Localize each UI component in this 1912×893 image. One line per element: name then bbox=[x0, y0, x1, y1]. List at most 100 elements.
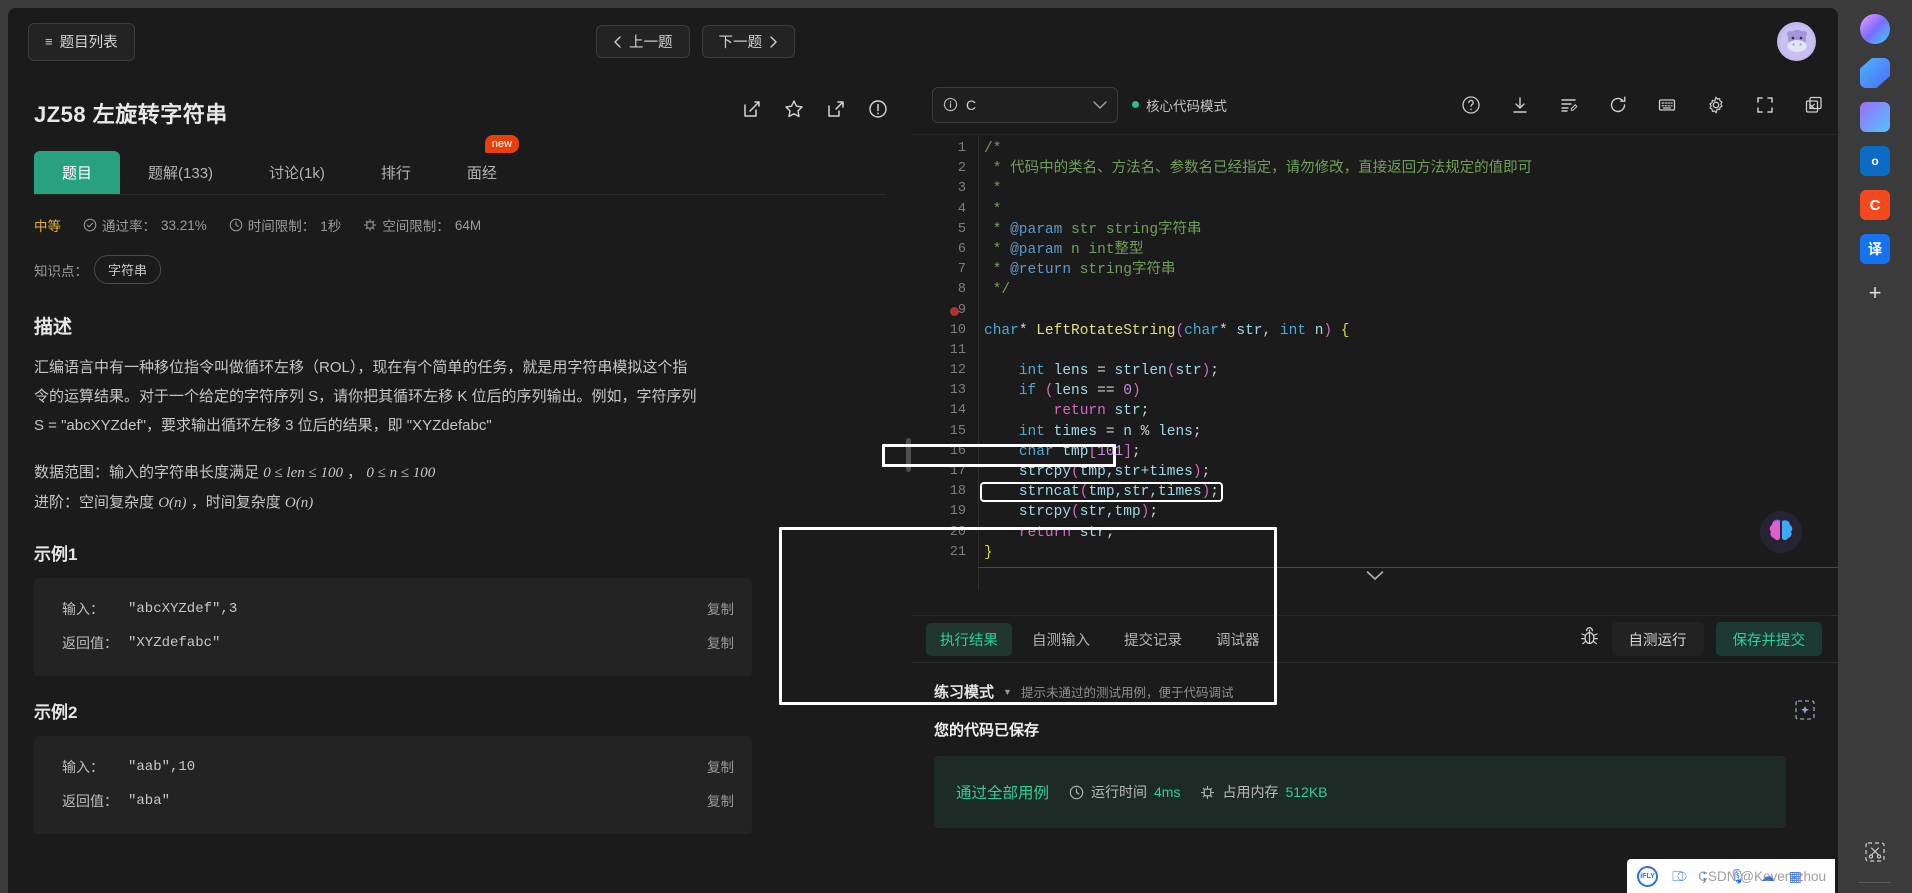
code-line[interactable]: 13 if (lens == 0) bbox=[912, 381, 1838, 401]
code-lines-container[interactable]: 1 /* 2 * 代码中的类名、方法名、参数名已经指定，请勿修改，直接返回方法规定的… bbox=[912, 139, 1838, 563]
edit-icon[interactable] bbox=[742, 99, 762, 119]
translate-icon[interactable]: 译 bbox=[1860, 234, 1890, 264]
tab-ranking[interactable]: 排行 bbox=[353, 151, 439, 194]
ifly-input-icon[interactable]: ⎄ bbox=[1672, 868, 1687, 885]
copy-button[interactable]: 复制 bbox=[707, 632, 734, 652]
tab-debugger[interactable]: 调试器 bbox=[1202, 623, 1274, 656]
code-token: } bbox=[984, 544, 993, 561]
ai-assistant-button[interactable] bbox=[1760, 511, 1802, 553]
code-token: = bbox=[1105, 423, 1124, 440]
reset-icon[interactable] bbox=[1608, 95, 1628, 115]
share-icon[interactable] bbox=[826, 99, 846, 119]
code-line[interactable]: 4 * bbox=[912, 200, 1838, 220]
space-limit-value: 64M bbox=[454, 217, 482, 233]
tab-self-test-input[interactable]: 自测输入 bbox=[1018, 623, 1104, 656]
tab-interview[interactable]: 面经 new bbox=[439, 135, 525, 194]
copy-button[interactable]: 复制 bbox=[707, 598, 734, 618]
bug-icon[interactable] bbox=[1579, 626, 1600, 652]
tab-submission-records[interactable]: 提交记录 bbox=[1110, 623, 1196, 656]
core-mode-toggle[interactable]: 核心代码模式 bbox=[1132, 95, 1227, 115]
close-window-icon[interactable] bbox=[1804, 95, 1824, 115]
code-token: str bbox=[1175, 363, 1202, 380]
prev-problem-label: 上一题 bbox=[629, 35, 673, 51]
tab-execution-result[interactable]: 执行结果 bbox=[926, 622, 1012, 656]
code-line[interactable]: 8 */ bbox=[912, 280, 1838, 300]
code-line[interactable]: 6 * @param n int整型 bbox=[912, 240, 1838, 260]
prev-problem-button[interactable]: 上一题 bbox=[596, 25, 690, 58]
code-editor[interactable]: 1 /* 2 * 代码中的类名、方法名、参数名已经指定，请勿修改，直接返回方法规定的… bbox=[912, 135, 1838, 590]
code-line[interactable]: 7 * @return string字符串 bbox=[912, 260, 1838, 280]
code-line[interactable]: 12 int lens = strlen(str); bbox=[912, 361, 1838, 381]
code-line[interactable]: 5 * @param str string字符串 bbox=[912, 220, 1838, 240]
report-icon[interactable] bbox=[868, 99, 888, 119]
tab-solutions[interactable]: 题解(133) bbox=[120, 151, 241, 194]
code-line[interactable]: 1 /* bbox=[912, 139, 1838, 159]
language-select[interactable]: C bbox=[932, 86, 1118, 123]
ai-assistant-secondary-button[interactable] bbox=[1790, 695, 1820, 725]
tab-problem[interactable]: 题目 bbox=[34, 151, 121, 194]
code-line[interactable]: 16 char tmp[101]; bbox=[912, 442, 1838, 462]
collections-icon[interactable] bbox=[1860, 102, 1890, 132]
copy-button[interactable]: 复制 bbox=[707, 756, 734, 776]
code-line[interactable]: 2 * 代码中的类名、方法名、参数名已经指定，请勿修改，直接返回方法规定的值即可 bbox=[912, 159, 1838, 179]
help-circle-icon[interactable] bbox=[1461, 95, 1481, 115]
problem-list-button[interactable]: ≡ 题目列表 bbox=[28, 22, 135, 61]
breakpoint-marker-icon[interactable] bbox=[950, 306, 959, 316]
code-line[interactable]: 15 int times = n % lens; bbox=[912, 422, 1838, 442]
screenshot-scissors-icon[interactable] bbox=[1864, 841, 1886, 868]
next-problem-button[interactable]: 下一题 bbox=[701, 25, 795, 58]
download-icon[interactable] bbox=[1510, 95, 1530, 115]
settings-gear-icon[interactable] bbox=[1706, 95, 1726, 115]
chevron-down-icon bbox=[1366, 570, 1384, 580]
time-limit-stat: 时间限制： 1秒 bbox=[229, 215, 341, 235]
star-icon[interactable] bbox=[784, 99, 804, 119]
copy-button[interactable]: 复制 bbox=[707, 790, 734, 810]
panel-resize-handle[interactable] bbox=[906, 438, 911, 472]
pass-rate-label: 通过率： bbox=[102, 219, 156, 234]
line-number: 14 bbox=[949, 403, 966, 419]
outlook-icon[interactable]: o bbox=[1860, 146, 1890, 176]
line-number: 5 bbox=[957, 221, 966, 237]
code-line[interactable]: 3 * bbox=[912, 179, 1838, 199]
new-badge: new bbox=[484, 135, 519, 154]
code-line[interactable]: 19 strcpy(str,tmp); bbox=[912, 502, 1838, 522]
code-token: return bbox=[1018, 524, 1072, 541]
copilot-icon[interactable] bbox=[1860, 14, 1890, 44]
practice-mode-selector[interactable]: 练习模式 bbox=[934, 681, 994, 702]
code-token: int bbox=[1018, 423, 1045, 440]
keyboard-icon[interactable] bbox=[1657, 95, 1677, 115]
tab-discussion[interactable]: 讨论(1k) bbox=[241, 151, 353, 194]
shopping-tag-icon[interactable] bbox=[1860, 58, 1890, 88]
code-line[interactable]: 10 char* LeftRotateString(char* str, int … bbox=[912, 321, 1838, 341]
self-test-run-button[interactable]: 自测运行 bbox=[1611, 622, 1704, 656]
save-and-submit-button[interactable]: 保存并提交 bbox=[1715, 622, 1822, 656]
advanced-label: 进阶：空间复杂度 bbox=[34, 494, 155, 511]
collapse-editor-button[interactable] bbox=[1366, 568, 1385, 588]
c-app-icon[interactable]: C bbox=[1860, 190, 1890, 220]
code-text: */ bbox=[984, 280, 1010, 300]
result-tabs: 执行结果 自测输入 提交记录 调试器 自测运行 保存并提交 bbox=[912, 616, 1838, 663]
avatar[interactable] bbox=[1777, 22, 1816, 61]
runtime-value: 4ms bbox=[1154, 784, 1181, 800]
code-line[interactable]: 9 bbox=[912, 301, 1838, 321]
caret-down-icon[interactable]: ▼ bbox=[1003, 687, 1012, 697]
code-token: strlen bbox=[1114, 363, 1167, 380]
highlighted-code-span: strncat(tmp,str,times); bbox=[980, 482, 1223, 503]
code-line[interactable]: 11 bbox=[912, 341, 1838, 361]
knowledge-tag-string[interactable]: 字符串 bbox=[94, 255, 162, 284]
code-line[interactable]: 21} bbox=[912, 543, 1838, 563]
fullscreen-icon[interactable] bbox=[1755, 95, 1775, 115]
result-tab-label: 调试器 bbox=[1216, 632, 1260, 649]
code-token: 101 bbox=[1097, 443, 1124, 460]
code-line[interactable]: 18 strncat(tmp,str,times); bbox=[912, 482, 1838, 503]
code-token: * 代码中的类名、方法名、参数名已经指定，请勿修改，直接返回方法规定的值即可 bbox=[984, 161, 1533, 178]
code-line[interactable]: 14 return str; bbox=[912, 401, 1838, 421]
format-code-icon[interactable] bbox=[1559, 95, 1579, 115]
code-line[interactable]: 17 strcpy(tmp,str+times); bbox=[912, 462, 1838, 482]
code-line[interactable]: 20 return str; bbox=[912, 523, 1838, 543]
brain-assistant-icon bbox=[1769, 519, 1793, 541]
add-tool-icon[interactable]: + bbox=[1860, 278, 1890, 308]
example-return-label: 返回值： bbox=[62, 793, 118, 809]
example-2-box: 输入： "aab",10 复制 返回值： "aba" 复制 bbox=[34, 736, 752, 834]
